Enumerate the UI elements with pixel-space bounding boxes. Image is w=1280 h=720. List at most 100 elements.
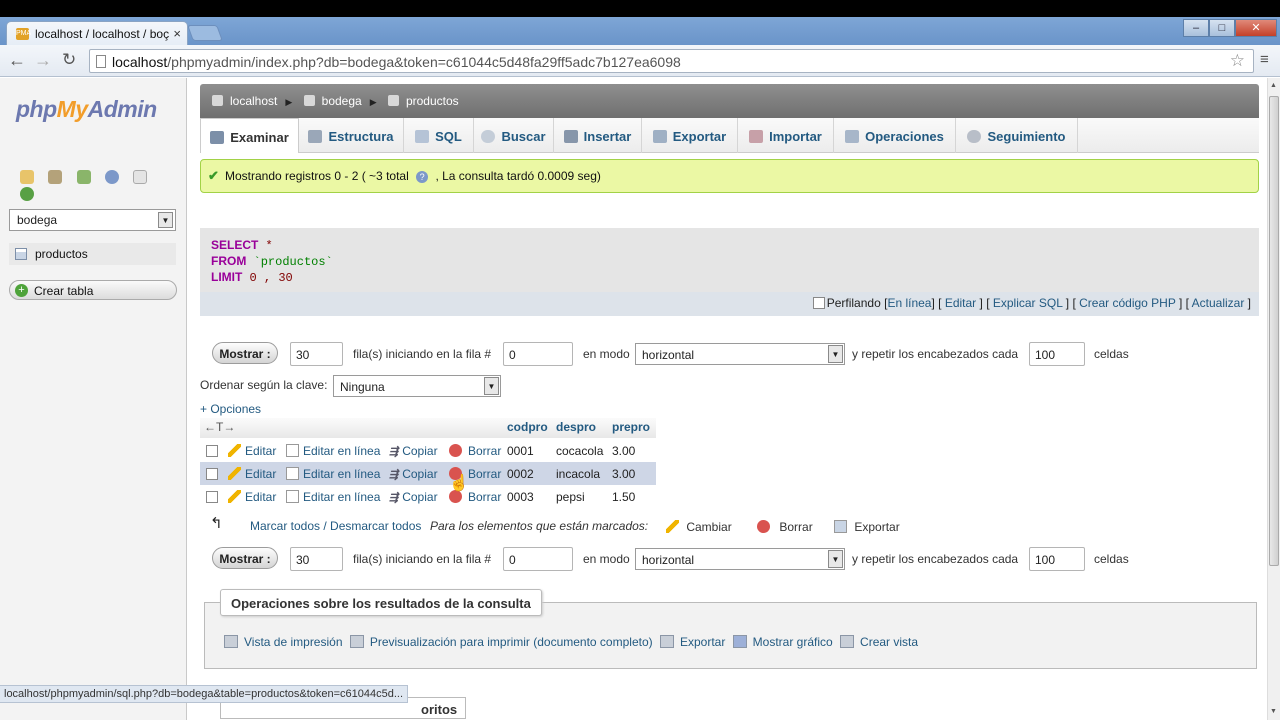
server-icon	[212, 95, 223, 106]
cell-prepro[interactable]: 3.00	[612, 444, 635, 458]
export-link[interactable]: Exportar	[659, 635, 725, 649]
tab-estructura[interactable]: Estructura	[299, 118, 404, 153]
tab-label: SQL	[435, 129, 462, 144]
reload-navigation-icon[interactable]	[20, 187, 34, 201]
mode-select[interactable]: horizontal ▼	[635, 548, 845, 570]
tab-importar[interactable]: Importar	[738, 118, 834, 153]
new-tab-button[interactable]	[187, 25, 223, 41]
help-icon[interactable]: ?	[416, 171, 429, 183]
edit-link[interactable]: Editar	[228, 467, 276, 481]
forward-icon[interactable]: →	[34, 51, 52, 69]
address-bar[interactable]: localhost/phpmyadmin/index.php?db=bodega…	[89, 49, 1254, 73]
tab-seguimiento[interactable]: Seguimiento	[956, 118, 1078, 153]
close-tab-icon[interactable]: ×	[173, 26, 181, 41]
inline-edit-link[interactable]: Editar en línea	[286, 467, 380, 481]
row-checkbox[interactable]	[206, 445, 218, 457]
mark-all-link[interactable]: Marcar todos / Desmarcar todos	[250, 519, 421, 533]
inline-edit-link[interactable]: Editar en línea	[286, 444, 380, 458]
column-arrows[interactable]: ←T→	[204, 420, 235, 434]
show-button[interactable]: Mostrar :	[212, 342, 278, 364]
cell-despro[interactable]: incacola	[556, 467, 600, 481]
copy-link[interactable]: ⇶ Copiar	[389, 444, 438, 458]
show-chart-link[interactable]: Mostrar gráfico	[732, 635, 833, 649]
tab-operaciones[interactable]: Operaciones	[834, 118, 956, 153]
row-checkbox[interactable]	[206, 468, 218, 480]
edit-link[interactable]: Editar	[228, 490, 276, 504]
minimize-button[interactable]: –	[1183, 19, 1209, 37]
chevron-down-icon: ▼	[828, 550, 843, 568]
exit-icon[interactable]	[48, 170, 63, 184]
row-checkbox[interactable]	[206, 491, 218, 503]
copy-link[interactable]: ⇶ Copiar	[389, 490, 438, 504]
scroll-up-icon[interactable]: ▲	[1270, 82, 1277, 89]
tab-examinar[interactable]: Examinar	[200, 118, 299, 153]
create-php-code-link[interactable]: Crear código PHP	[1079, 296, 1176, 310]
copy-link[interactable]: ⇶ Copiar	[389, 467, 438, 481]
phpmyadmin-logo[interactable]: phpMyAdmin	[16, 96, 157, 123]
sql-keyword[interactable]: SELECT	[211, 238, 258, 252]
sql-keyword[interactable]: FROM	[211, 254, 246, 268]
scroll-down-icon[interactable]: ▼	[1270, 708, 1277, 715]
cell-codpro[interactable]: 0003	[507, 490, 534, 504]
cell-prepro[interactable]: 1.50	[612, 490, 635, 504]
edit-link[interactable]: Editar	[228, 444, 276, 458]
tab-buscar[interactable]: Buscar	[474, 118, 554, 153]
cell-despro[interactable]: pepsi	[556, 490, 585, 504]
create-table-button[interactable]: + Crear tabla	[9, 280, 177, 300]
sql-keyword[interactable]: LIMIT	[211, 270, 242, 284]
database-select[interactable]: bodega ▼	[9, 209, 176, 231]
start-row-input[interactable]: 0	[503, 342, 573, 366]
delete-link[interactable]: Borrar	[449, 444, 501, 458]
close-window-button[interactable]: ✕	[1235, 19, 1277, 37]
show-button[interactable]: Mostrar :	[212, 547, 278, 569]
navigation-icons	[20, 170, 170, 201]
breadcrumb-table[interactable]: productos	[387, 94, 459, 108]
cell-codpro[interactable]: 0001	[507, 444, 534, 458]
query-window-icon[interactable]	[76, 170, 91, 184]
create-view-link[interactable]: Crear vista	[840, 635, 918, 649]
edit-sql-link[interactable]: Editar	[945, 296, 976, 310]
bulk-change-button[interactable]: Cambiar	[666, 520, 732, 534]
inline-edit-link[interactable]: Editar en línea	[286, 490, 380, 504]
explain-sql-link[interactable]: Explicar SQL	[993, 296, 1063, 310]
bulk-export-button[interactable]: Exportar	[834, 520, 900, 534]
refresh-link[interactable]: Actualizar	[1192, 296, 1245, 310]
bulk-delete-button[interactable]: Borrar	[757, 520, 813, 534]
docs-icon[interactable]	[133, 170, 148, 184]
browser-tab[interactable]: PMA localhost / localhost / boç ×	[6, 21, 188, 45]
sort-key-select[interactable]: Ninguna ▼	[333, 375, 501, 397]
breadcrumb-server[interactable]: localhost	[212, 94, 277, 108]
column-header-prepro[interactable]: prepro	[612, 420, 650, 434]
tab-insertar[interactable]: Insertar	[554, 118, 642, 153]
tab-exportar[interactable]: Exportar	[642, 118, 738, 153]
inline-edit-link[interactable]: En línea	[887, 296, 931, 310]
back-icon[interactable]: ←	[8, 51, 26, 69]
bookmark-star-icon[interactable]: ☆	[1230, 51, 1245, 71]
options-link[interactable]: + Opciones	[200, 402, 261, 416]
home-icon[interactable]	[20, 170, 34, 184]
repeat-input[interactable]: 100	[1029, 547, 1085, 571]
wrench-menu-icon[interactable]: ≡	[1260, 51, 1269, 68]
tab-sql[interactable]: SQL	[404, 118, 474, 153]
edit-label: Editar	[245, 444, 277, 458]
rows-input[interactable]: 30	[290, 342, 343, 366]
column-header-codpro[interactable]: codpro	[507, 420, 548, 434]
vertical-scrollbar[interactable]: ▲ ▼	[1267, 78, 1280, 720]
print-full-link[interactable]: Previsualización para imprimir (document…	[349, 635, 653, 649]
print-view-link[interactable]: Vista de impresión	[224, 635, 343, 649]
rows-input[interactable]: 30	[290, 547, 343, 571]
breadcrumb-database[interactable]: bodega	[303, 94, 362, 108]
sidebar-item-productos[interactable]: productos	[9, 243, 176, 265]
cell-codpro[interactable]: 0002	[507, 467, 534, 481]
repeat-input[interactable]: 100	[1029, 342, 1085, 366]
reload-icon[interactable]: ↻	[62, 51, 76, 69]
help-icon[interactable]	[105, 170, 120, 184]
start-row-input[interactable]: 0	[503, 547, 573, 571]
cell-despro[interactable]: cocacola	[556, 444, 603, 458]
cell-prepro[interactable]: 3.00	[612, 467, 635, 481]
scrollbar-thumb[interactable]	[1269, 96, 1279, 566]
mode-select[interactable]: horizontal ▼	[635, 343, 845, 365]
maximize-button[interactable]: □	[1209, 19, 1235, 37]
column-header-despro[interactable]: despro	[556, 420, 596, 434]
profiling-checkbox[interactable]	[812, 297, 825, 309]
